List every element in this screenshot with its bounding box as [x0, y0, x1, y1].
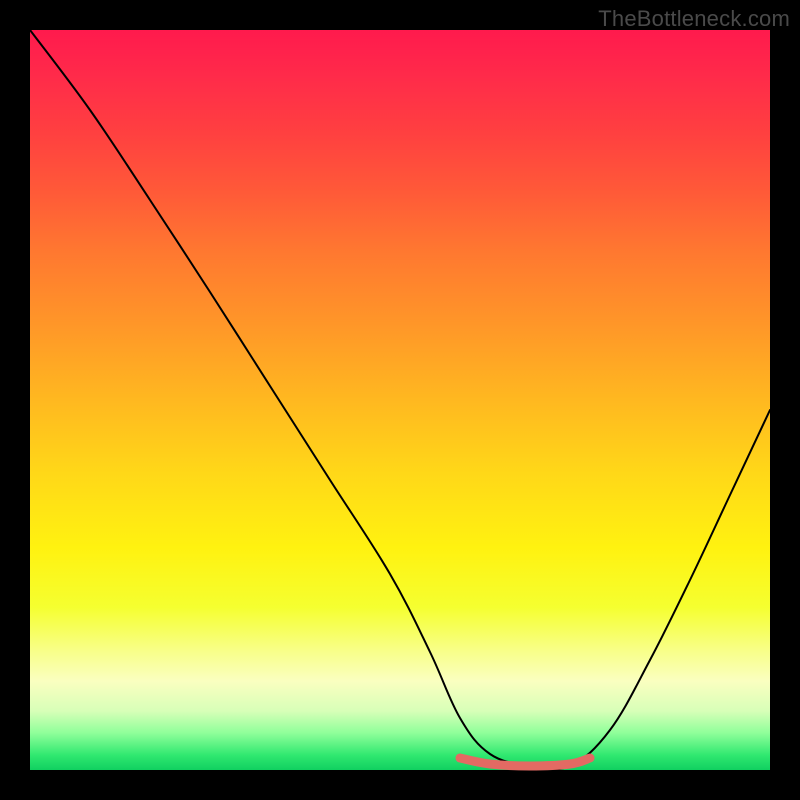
chart-svg	[30, 30, 770, 770]
bottom-accent-segment	[460, 758, 590, 766]
bottleneck-curve	[30, 30, 770, 769]
attribution-text: TheBottleneck.com	[598, 6, 790, 32]
chart-frame: TheBottleneck.com	[0, 0, 800, 800]
